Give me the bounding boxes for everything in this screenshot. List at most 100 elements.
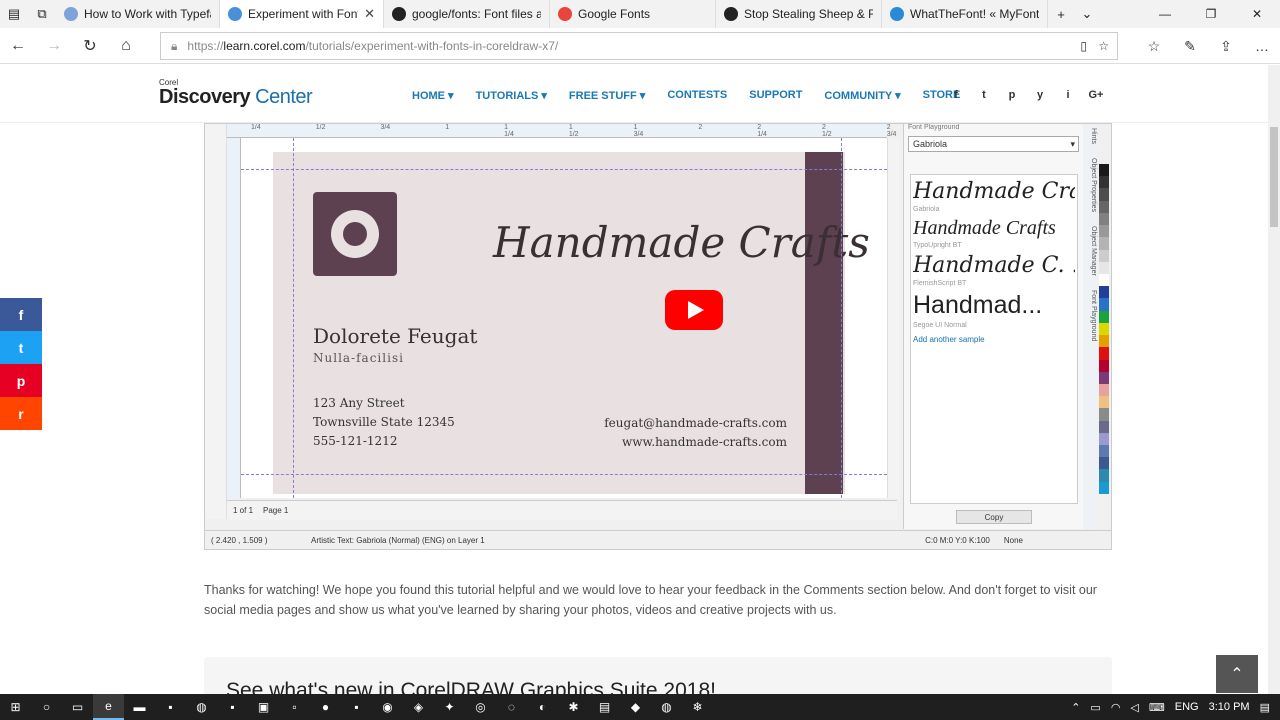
wifi-icon[interactable]: ◠: [1111, 701, 1121, 714]
app-icon[interactable]: ✱: [558, 694, 589, 720]
app-icon[interactable]: ◍: [651, 694, 682, 720]
tab-list-chevron-icon[interactable]: ⌄: [1074, 0, 1100, 28]
close-tab-icon[interactable]: ✕: [364, 6, 375, 22]
palette-swatch[interactable]: [1099, 261, 1109, 274]
nav-free-stuff[interactable]: FREE STUFF ▾: [569, 89, 645, 102]
app-icon[interactable]: ◈: [403, 694, 434, 720]
tutorial-video[interactable]: 1/4 1/2 3/4 1 1 1/4 1 1/2 1 3/4 2 2 1/4 2 1/2 2 3/…: [204, 123, 1112, 550]
palette-swatch[interactable]: [1099, 286, 1109, 299]
palette-swatch[interactable]: [1099, 396, 1109, 409]
docker-tab[interactable]: Hints: [1083, 128, 1097, 144]
play-button[interactable]: [665, 290, 723, 330]
app-icon[interactable]: ◍: [186, 694, 217, 720]
font-selector[interactable]: Gabriola ▾: [908, 136, 1079, 152]
app-icon[interactable]: ❄: [682, 694, 713, 720]
add-sample-link[interactable]: Add another sample: [911, 329, 1077, 350]
copy-button[interactable]: Copy: [956, 510, 1032, 524]
back-to-top-button[interactable]: ⌃: [1216, 655, 1258, 693]
app-icon[interactable]: ▪: [155, 694, 186, 720]
app-icon[interactable]: ▣: [248, 694, 279, 720]
palette-swatch[interactable]: [1099, 420, 1109, 433]
palette-swatch[interactable]: [1099, 212, 1109, 226]
palette-swatch[interactable]: [1099, 322, 1109, 336]
docker-tab[interactable]: Object Manager: [1083, 226, 1097, 276]
task-view-icon[interactable]: ▭: [62, 694, 93, 720]
app-icon[interactable]: ✦: [434, 694, 465, 720]
start-windows-icon[interactable]: ⊞: [0, 694, 31, 720]
app-icon[interactable]: ▫: [279, 694, 310, 720]
back-arrow-icon[interactable]: ←: [0, 28, 36, 64]
favorite-star-icon[interactable]: ☆: [1098, 39, 1109, 53]
app-icon[interactable]: ◉: [372, 694, 403, 720]
app-icon[interactable]: ◌: [496, 694, 527, 720]
font-sample[interactable]: Handmade Crafts TypoUpright BT: [911, 213, 1077, 249]
twitter-icon[interactable]: t: [974, 85, 994, 105]
page-scrollbar[interactable]: [1268, 65, 1280, 695]
facebook-icon[interactable]: f: [946, 85, 966, 105]
instagram-icon[interactable]: i: [1058, 85, 1078, 105]
share-pinterest-icon[interactable]: p: [0, 364, 42, 397]
docker-tab[interactable]: Object Properties: [1083, 158, 1097, 212]
web-note-icon[interactable]: ✎: [1172, 28, 1208, 64]
palette-swatch[interactable]: [1099, 200, 1109, 213]
keyboard-icon[interactable]: ⌨: [1149, 701, 1165, 714]
site-logo[interactable]: Corel Discovery Center: [159, 79, 313, 108]
volume-icon[interactable]: ◁: [1130, 701, 1138, 714]
pinterest-icon[interactable]: p: [1002, 85, 1022, 105]
reading-view-icon[interactable]: ▯: [1080, 39, 1087, 53]
palette-swatch[interactable]: [1099, 408, 1109, 421]
app-icon[interactable]: ▪: [341, 694, 372, 720]
app-icon[interactable]: ◐: [527, 694, 558, 720]
more-menu-icon[interactable]: …: [1244, 28, 1280, 64]
palette-swatch[interactable]: [1099, 273, 1109, 287]
nav-tutorials[interactable]: TUTORIALS ▾: [476, 89, 547, 102]
scrollbar-thumb[interactable]: [1270, 127, 1278, 227]
browser-tab-active[interactable]: Experiment with Fonts i ✕: [220, 0, 384, 28]
docker-tab[interactable]: Font Playground: [1083, 290, 1097, 341]
refresh-icon[interactable]: ↻: [72, 28, 108, 64]
palette-swatch[interactable]: [1099, 225, 1109, 238]
palette-swatch[interactable]: [1099, 383, 1109, 397]
share-twitter-icon[interactable]: t: [0, 331, 42, 364]
browser-tab[interactable]: Google Fonts: [550, 0, 716, 28]
restore-icon[interactable]: ❐: [1188, 0, 1234, 28]
palette-swatch[interactable]: [1099, 347, 1109, 360]
palette-swatch[interactable]: [1099, 469, 1109, 482]
nav-community[interactable]: COMMUNITY ▾: [824, 89, 900, 102]
google-plus-icon[interactable]: G+: [1086, 85, 1106, 105]
palette-swatch[interactable]: [1099, 298, 1109, 311]
palette-swatch[interactable]: [1099, 371, 1109, 384]
palette-swatch[interactable]: [1099, 310, 1109, 323]
font-sample[interactable]: Handmad... Segoe UI Normal: [911, 287, 1077, 329]
firefox-icon[interactable]: ●: [310, 694, 341, 720]
clock[interactable]: 3:10 PM: [1209, 701, 1250, 713]
show-hidden-icons-icon[interactable]: ⌃: [1071, 701, 1080, 714]
new-tab-icon[interactable]: +: [1048, 0, 1074, 28]
minimize-icon[interactable]: —: [1142, 0, 1188, 28]
browser-tab[interactable]: google/fonts: Font files ava: [384, 0, 550, 28]
browser-tab[interactable]: How to Work with Typeface: [56, 0, 220, 28]
file-explorer-icon[interactable]: ▬: [124, 694, 155, 720]
nav-contests[interactable]: CONTESTS: [667, 89, 727, 102]
home-icon[interactable]: ⌂: [108, 28, 144, 64]
edge-browser-icon[interactable]: e: [93, 694, 124, 720]
app-icon[interactable]: ▤: [589, 694, 620, 720]
palette-swatch[interactable]: [1099, 335, 1109, 348]
palette-swatch[interactable]: [1099, 164, 1109, 177]
nav-home[interactable]: HOME ▾: [412, 89, 454, 102]
palette-swatch[interactable]: [1099, 359, 1109, 372]
browser-tab[interactable]: Stop Stealing Sheep & Find: [716, 0, 882, 28]
canvas-vertical-scrollbar[interactable]: [887, 138, 899, 498]
close-window-icon[interactable]: ✕: [1234, 0, 1280, 28]
palette-swatch[interactable]: [1099, 237, 1109, 250]
language-indicator[interactable]: ENG: [1175, 701, 1199, 713]
palette-swatch[interactable]: [1099, 249, 1109, 262]
battery-icon[interactable]: ▭: [1090, 701, 1100, 714]
tab-preview-icon[interactable]: ▤: [0, 0, 28, 28]
palette-swatch[interactable]: [1099, 481, 1109, 494]
palette-swatch[interactable]: [1099, 457, 1109, 470]
palette-swatch[interactable]: [1099, 432, 1109, 446]
app-icon[interactable]: ◎: [465, 694, 496, 720]
app-icon[interactable]: ◆: [620, 694, 651, 720]
browser-tab[interactable]: WhatTheFont! « MyFonts: [882, 0, 1048, 28]
